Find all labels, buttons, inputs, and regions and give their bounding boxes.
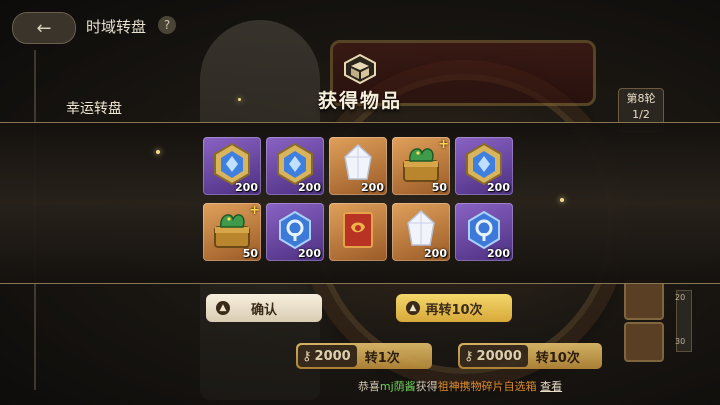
page-title: 时域转盘 <box>86 18 147 36</box>
cost-value: 20000 <box>476 348 522 364</box>
sparkle <box>156 150 160 154</box>
round-label: 第8轮 <box>626 92 656 105</box>
reward-preview-thumb[interactable] <box>624 322 664 362</box>
reward-item[interactable]: 200 <box>329 137 387 195</box>
item-count: 50 <box>242 247 258 260</box>
reward-item[interactable]: 200 <box>455 137 513 195</box>
cost-badge: ⚷ 20000 <box>460 345 528 367</box>
item-count: 200 <box>298 181 321 194</box>
view-link[interactable]: 查看 <box>540 380 562 393</box>
reward-item[interactable]: + 50 <box>203 203 261 261</box>
reward-grid: 200 200 200 + 50 200 + 50 200 200 200 <box>203 137 519 265</box>
announcement-ticker: 恭喜mj荫酱获得祖神携物碎片自选箱 查看 <box>310 378 610 394</box>
scale-mark: 20 <box>675 293 686 302</box>
spin-once-label: 转1次 <box>364 350 400 366</box>
reward-item[interactable]: 200 <box>266 203 324 261</box>
spin-again-label: 再转10次 <box>425 302 483 318</box>
reward-item[interactable]: 200 <box>392 203 450 261</box>
bonus-plus-icon: + <box>249 203 260 218</box>
notice-prefix: 恭喜 <box>357 380 380 393</box>
scale-mark: 30 <box>675 337 686 346</box>
reward-item[interactable]: 200 <box>266 137 324 195</box>
item-count: 200 <box>361 181 384 194</box>
item-count: 200 <box>487 181 510 194</box>
spin-again-button[interactable]: ▲ 再转10次 <box>396 294 512 322</box>
notice-prize: 祖神携物碎片自选箱 <box>437 380 537 393</box>
sidebar-item-lucky-wheel[interactable]: 幸运转盘 <box>66 98 122 118</box>
item-count: 200 <box>298 247 321 260</box>
reward-emblem-icon <box>340 52 380 86</box>
notice-middle: 获得 <box>415 380 438 393</box>
help-icon[interactable]: ? <box>158 16 176 34</box>
item-count: 200 <box>487 247 510 260</box>
sparkle <box>560 198 564 202</box>
red-scroll-icon <box>343 212 373 248</box>
notice-user: mj荫酱 <box>379 380 416 393</box>
reward-item[interactable]: + 50 <box>392 137 450 195</box>
round-progress: 1/2 <box>632 108 650 121</box>
spin-again-icon: ▲ <box>406 301 420 315</box>
progress-scale: 20 30 <box>675 290 692 352</box>
cost-value: 2000 <box>314 348 351 364</box>
confirm-icon: ▲ <box>216 301 230 315</box>
cost-badge: ⚷ 2000 <box>298 345 357 367</box>
currency-icon: ⚷ <box>302 348 312 364</box>
reward-item[interactable] <box>329 203 387 261</box>
item-count: 200 <box>235 181 258 194</box>
bonus-plus-icon: + <box>438 137 449 152</box>
modal-title: 获得物品 <box>317 90 402 112</box>
back-arrow-icon: ← <box>36 17 52 39</box>
item-count: 50 <box>431 181 447 194</box>
reward-item[interactable]: 200 <box>455 203 513 261</box>
spin-once-button[interactable]: ⚷ 2000 转1次 <box>296 343 432 369</box>
reward-preview-thumb[interactable] <box>624 280 664 320</box>
spin-ten-label: 转10次 <box>535 350 580 366</box>
reward-item[interactable]: 200 <box>203 137 261 195</box>
item-count: 200 <box>424 247 447 260</box>
spin-ten-button[interactable]: ⚷ 20000 转10次 <box>458 343 602 369</box>
confirm-label: 确认 <box>250 302 277 318</box>
currency-icon: ⚷ <box>464 348 474 364</box>
sparkle <box>238 98 241 101</box>
back-button[interactable]: ← <box>12 12 76 44</box>
confirm-button[interactable]: ▲ 确认 <box>206 294 322 322</box>
